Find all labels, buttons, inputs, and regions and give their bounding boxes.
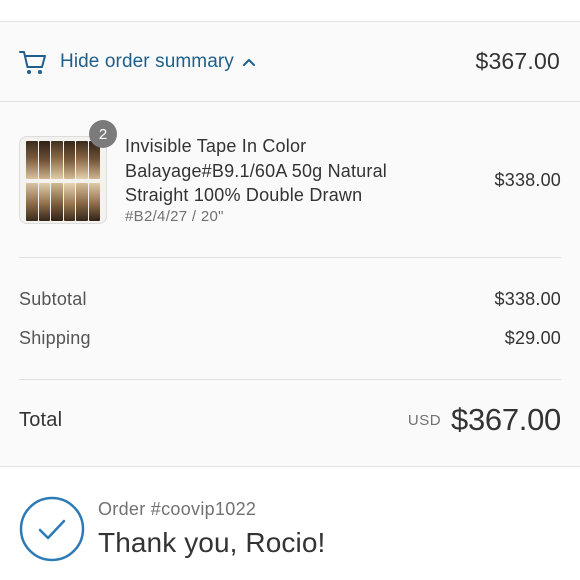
shipping-value: $29.00 <box>504 328 561 348</box>
order-number: Order #coovip1022 <box>98 499 257 519</box>
hair-swatch-row <box>26 183 100 221</box>
check-circle-icon <box>19 496 85 562</box>
shipping-label: Shipping <box>19 328 91 348</box>
product-name: Invisible Tape In Color Balayage#B9.1/60… <box>125 136 387 205</box>
shipping-row: Shipping $29.00 <box>19 328 561 349</box>
subtotal-row: Subtotal $338.00 <box>19 289 561 310</box>
line-item: 2 Invisible Tape In Color Balayage#B9.1/… <box>19 120 561 230</box>
subtotal-value: $338.00 <box>494 289 561 309</box>
subtotal-label: Subtotal <box>19 289 87 309</box>
cart-icon <box>18 47 48 77</box>
hair-swatch-row <box>26 141 100 179</box>
chevron-up-icon <box>242 57 256 67</box>
order-summary-toggle[interactable]: Hide order summary $367.00 <box>0 22 580 102</box>
product-variant: #B2/4/27 / 20" <box>125 208 224 225</box>
total-label: Total <box>19 408 63 431</box>
summary-total-price: $367.00 <box>475 48 560 74</box>
product-price: $338.00 <box>494 170 561 190</box>
divider <box>19 257 561 258</box>
total-row: Total USD $367.00 <box>19 402 561 438</box>
quantity-badge: 2 <box>89 120 117 148</box>
order-confirmation: Order #coovip1022 Thank you, Rocio! <box>0 467 580 580</box>
order-summary-panel: 2 Invisible Tape In Color Balayage#B9.1/… <box>0 102 580 467</box>
product-thumbnail <box>19 136 107 224</box>
top-strip <box>0 0 580 22</box>
total-amount: $367.00 <box>451 402 561 437</box>
currency-code: USD <box>407 411 442 429</box>
divider <box>19 379 561 380</box>
thank-you-heading: Thank you, Rocio! <box>98 527 326 558</box>
hide-order-summary-label[interactable]: Hide order summary <box>60 51 234 73</box>
